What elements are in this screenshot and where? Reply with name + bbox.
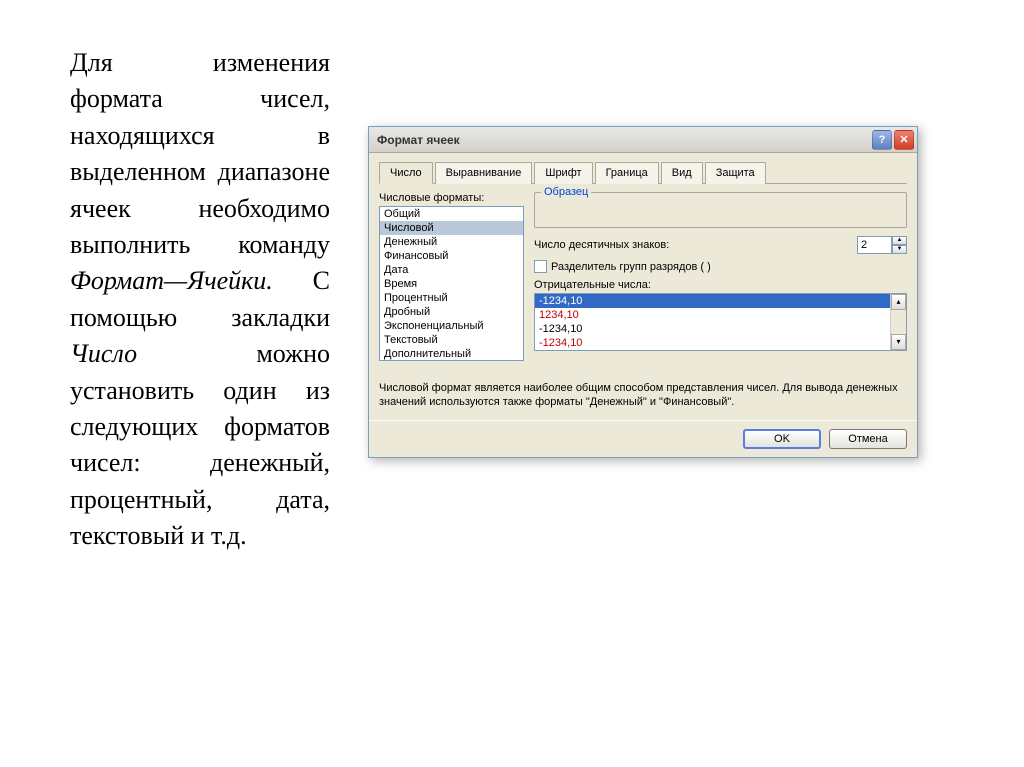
- help-button[interactable]: ?: [872, 130, 892, 150]
- format-item-currency[interactable]: Денежный: [380, 235, 523, 249]
- negative-label: Отрицательные числа:: [534, 279, 907, 291]
- tab-alignment[interactable]: Выравнивание: [435, 162, 533, 184]
- negative-scrollbar[interactable]: ▴ ▾: [890, 294, 906, 350]
- negative-listbox[interactable]: -1234,10 1234,10 -1234,10 -1234,10 ▴ ▾: [534, 293, 907, 351]
- desc-part-4: можно установить один из следующих форма…: [70, 339, 330, 550]
- dialog-body: Число Выравнивание Шрифт Граница Вид Защ…: [369, 153, 917, 420]
- separator-row[interactable]: Разделитель групп разрядов ( ): [534, 260, 907, 273]
- tab-protection[interactable]: Защита: [705, 162, 766, 184]
- options-column: Образец Число десятичных знаков: ▲ ▼ Раз…: [534, 192, 907, 361]
- tab-font[interactable]: Шрифт: [534, 162, 592, 184]
- titlebar-buttons: ? ✕: [872, 130, 914, 150]
- sample-group: Образец: [534, 192, 907, 228]
- separator-checkbox[interactable]: [534, 260, 547, 273]
- scroll-down-icon[interactable]: ▾: [891, 334, 906, 350]
- formats-listbox[interactable]: Общий Числовой Денежный Финансовый Дата …: [379, 206, 524, 361]
- spinner-up-icon[interactable]: ▲: [892, 236, 907, 245]
- format-item-special[interactable]: Дополнительный: [380, 347, 523, 361]
- tab-strip: Число Выравнивание Шрифт Граница Вид Защ…: [379, 161, 907, 184]
- separator-label: Разделитель групп разрядов ( ): [551, 261, 711, 273]
- description-text: Для изменения формата чисел, находящихся…: [70, 45, 330, 554]
- desc-part-1: Формат—Ячейки.: [70, 266, 273, 295]
- decimal-spinner[interactable]: ▲ ▼: [857, 236, 907, 254]
- tab-view[interactable]: Вид: [661, 162, 703, 184]
- spinner-down-icon[interactable]: ▼: [892, 245, 907, 254]
- desc-part-3: Число: [70, 339, 137, 368]
- tab-border[interactable]: Граница: [595, 162, 659, 184]
- format-item-text[interactable]: Текстовый: [380, 333, 523, 347]
- format-item-number[interactable]: Числовой: [380, 221, 523, 235]
- formats-label: Числовые форматы:: [379, 192, 524, 204]
- format-item-scientific[interactable]: Экспоненциальный: [380, 319, 523, 333]
- format-cells-dialog: Формат ячеек ? ✕ Число Выравнивание Шриф…: [368, 126, 918, 458]
- content-row: Числовые форматы: Общий Числовой Денежны…: [379, 192, 907, 361]
- format-item-fraction[interactable]: Дробный: [380, 305, 523, 319]
- close-button[interactable]: ✕: [894, 130, 914, 150]
- format-item-time[interactable]: Время: [380, 277, 523, 291]
- format-hint: Числовой формат является наиболее общим …: [379, 381, 907, 410]
- decimal-input[interactable]: [857, 236, 892, 254]
- titlebar: Формат ячеек ? ✕: [369, 127, 917, 153]
- dialog-title: Формат ячеек: [377, 133, 872, 147]
- decimal-row: Число десятичных знаков: ▲ ▼: [534, 236, 907, 254]
- cancel-button[interactable]: Отмена: [829, 429, 907, 449]
- negative-item-1[interactable]: 1234,10: [535, 308, 906, 322]
- desc-part-0: Для изменения формата чисел, находящихся…: [70, 48, 330, 259]
- scroll-up-icon[interactable]: ▴: [891, 294, 906, 310]
- sample-label: Образец: [541, 186, 591, 198]
- format-item-accounting[interactable]: Финансовый: [380, 249, 523, 263]
- spinner-buttons: ▲ ▼: [892, 236, 907, 254]
- tab-number[interactable]: Число: [379, 162, 433, 184]
- dialog-button-row: OK Отмена: [369, 420, 917, 457]
- decimal-label: Число десятичных знаков:: [534, 239, 857, 251]
- format-item-general[interactable]: Общий: [380, 207, 523, 221]
- format-item-percent[interactable]: Процентный: [380, 291, 523, 305]
- negative-item-2[interactable]: -1234,10: [535, 322, 906, 336]
- format-item-date[interactable]: Дата: [380, 263, 523, 277]
- negative-item-3[interactable]: -1234,10: [535, 336, 906, 350]
- ok-button[interactable]: OK: [743, 429, 821, 449]
- formats-column: Числовые форматы: Общий Числовой Денежны…: [379, 192, 524, 361]
- negative-item-0[interactable]: -1234,10: [535, 294, 906, 308]
